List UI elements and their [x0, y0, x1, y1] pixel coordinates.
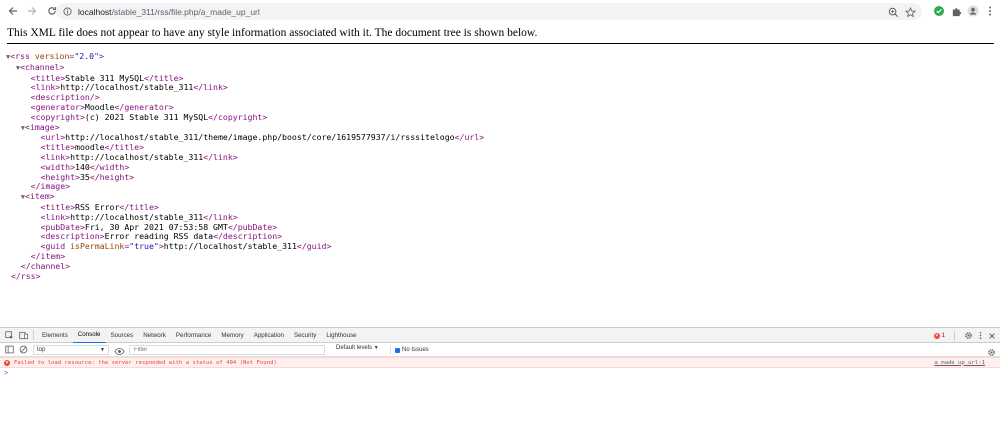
url-host: localhost: [78, 6, 112, 17]
divider: [7, 43, 994, 44]
address-bar[interactable]: localhost/stable_311/rss/file.php/a_made…: [56, 3, 922, 20]
rss-version-value: "2.0": [74, 51, 99, 61]
info-icon[interactable]: [61, 6, 73, 18]
error-count: 1: [941, 332, 945, 339]
item-title: RSS Error: [75, 201, 120, 212]
tab-sources[interactable]: Sources: [106, 328, 139, 343]
item-link: http://localhost/stable_311: [70, 211, 204, 222]
devtools-panel: Elements Console Sources Network Perform…: [0, 327, 1000, 435]
profile-avatar-icon[interactable]: [965, 3, 981, 19]
prompt-chevron-icon: >: [4, 369, 9, 377]
console-filter-input[interactable]: [129, 345, 325, 355]
clear-console-icon[interactable]: [16, 343, 30, 357]
channel-title: Stable 311 MySQL: [65, 72, 145, 83]
tab-performance[interactable]: Performance: [171, 328, 216, 343]
channel-generator: Moodle: [84, 101, 115, 112]
error-source-link[interactable]: a_made_up_url:1: [934, 360, 985, 366]
xml-document-tree: ▼<rss version="2.0"> ▼<channel> <title>S…: [6, 51, 485, 281]
browser-menu-icon[interactable]: [982, 3, 998, 19]
item-description: Error reading RSS data: [104, 231, 214, 242]
error-icon: ×: [933, 332, 940, 339]
devtools-tab-bar: Elements Console Sources Network Perform…: [0, 328, 1000, 343]
context-value: top: [37, 347, 46, 353]
image-url: http://localhost/stable_311/theme/image.…: [65, 132, 455, 143]
context-selector[interactable]: top ▼: [33, 345, 109, 355]
url-path: /stable_311/rss/file.php/a_made_up_url: [111, 6, 260, 17]
tab-memory[interactable]: Memory: [216, 328, 248, 343]
issues-flag-icon: [395, 347, 400, 353]
chevron-down-icon: ▼: [100, 347, 105, 353]
error-icon: ×: [4, 359, 10, 366]
tab-elements[interactable]: Elements: [37, 328, 73, 343]
more-options-icon[interactable]: [979, 327, 982, 345]
xml-viewer-notice: This XML file does not appear to have an…: [7, 27, 538, 39]
device-toolbar-icon[interactable]: [16, 328, 30, 342]
extensions-puzzle-icon[interactable]: [948, 3, 964, 19]
inspect-element-icon[interactable]: [2, 328, 16, 342]
image-height: 35: [79, 171, 90, 182]
tab-security[interactable]: Security: [289, 328, 321, 343]
url-text[interactable]: localhost/stable_311/rss/file.php/a_made…: [78, 7, 260, 17]
channel-copyright: (c) 2021 Stable 311 MySQL: [84, 111, 209, 122]
tab-application[interactable]: Application: [249, 328, 289, 343]
browser-toolbar: localhost/stable_311/rss/file.php/a_made…: [0, 0, 1000, 22]
forward-arrow-icon[interactable]: [23, 2, 41, 20]
extension-green-icon[interactable]: [931, 3, 947, 19]
console-prompt[interactable]: >: [0, 368, 1000, 378]
log-levels-dropdown[interactable]: Default levels ▼: [336, 345, 379, 351]
console-sidebar-icon[interactable]: [2, 343, 16, 357]
item-pubdate: Fri, 30 Apr 2021 07:53:58 GMT: [84, 221, 228, 232]
console-error-message: × Failed to load resource: the server re…: [0, 357, 1000, 368]
back-arrow-icon[interactable]: [4, 2, 22, 20]
tab-network[interactable]: Network: [138, 328, 171, 343]
close-devtools-icon[interactable]: [988, 327, 996, 345]
issues-button[interactable]: No Issues: [390, 345, 429, 355]
divider: [954, 330, 955, 341]
error-message-text: Failed to load resource: the server resp…: [14, 359, 277, 366]
divider: [33, 330, 34, 340]
console-toolbar: top ▼ Default levels ▼ No Issues: [0, 343, 1000, 357]
guid-permalink-value: "true": [129, 241, 159, 252]
image-title: moodle: [75, 142, 105, 153]
chevron-down-icon: ▼: [373, 345, 379, 351]
channel-link: http://localhost/stable_311: [60, 82, 194, 93]
log-levels-label: Default levels: [336, 345, 373, 351]
tab-lighthouse[interactable]: Lighthouse: [321, 328, 361, 343]
image-width: 140: [75, 161, 90, 172]
item-guid: http://localhost/stable_311: [163, 241, 297, 252]
image-link: http://localhost/stable_311: [70, 151, 204, 162]
issues-label: No Issues: [402, 347, 429, 353]
settings-gear-icon[interactable]: [964, 327, 973, 345]
zoom-icon[interactable]: [888, 5, 899, 23]
tab-console[interactable]: Console: [72, 328, 106, 343]
bookmark-star-icon[interactable]: [904, 5, 917, 23]
error-count-badge[interactable]: × 1: [933, 332, 945, 339]
